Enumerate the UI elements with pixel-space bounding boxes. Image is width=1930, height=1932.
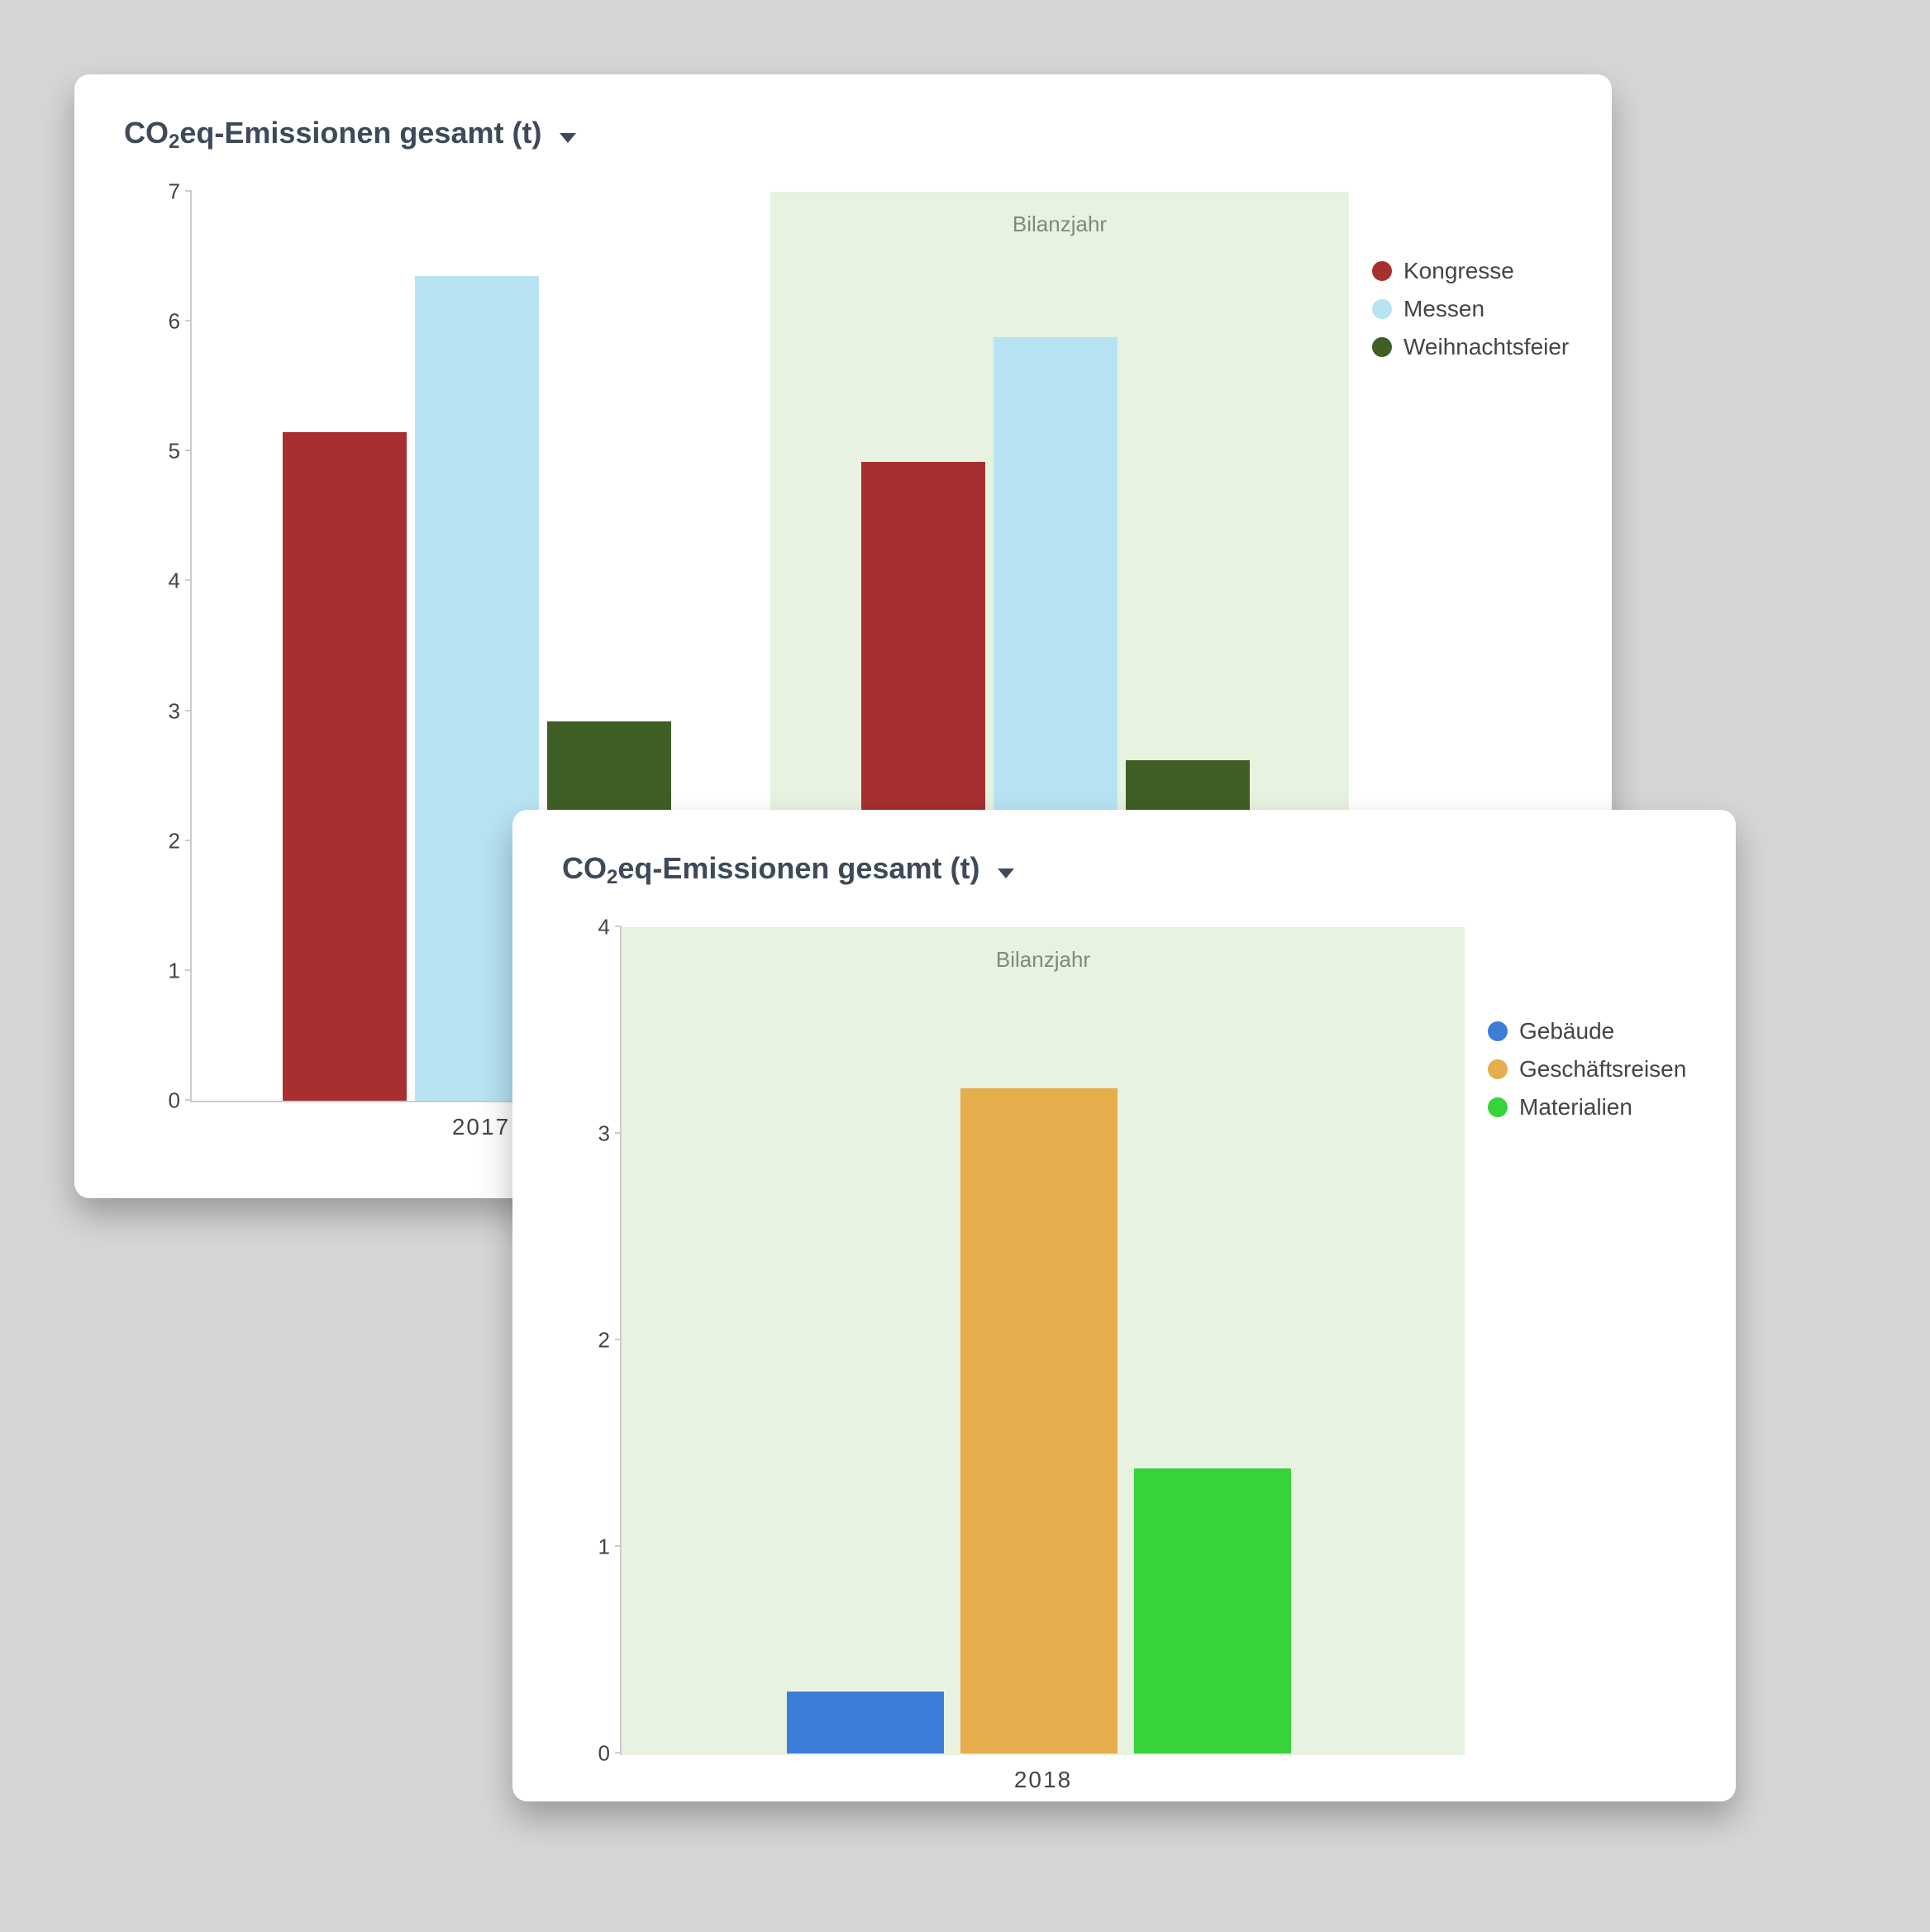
chart-title-1[interactable]: CO2eq-Emissionen gesamt (t) xyxy=(124,116,576,150)
ytick-label: 4 xyxy=(560,915,622,940)
legend-dot-icon xyxy=(1488,1097,1508,1117)
legend-item-messen[interactable]: Messen xyxy=(1372,296,1569,322)
chevron-down-icon xyxy=(560,133,576,143)
ytick-label: 1 xyxy=(131,958,192,983)
bar-geschaeftsreisen-2018 xyxy=(960,1088,1117,1754)
legend-label: Kongresse xyxy=(1403,258,1514,284)
xtick-label: 2018 xyxy=(1014,1754,1072,1793)
legend-label: Materialien xyxy=(1519,1094,1632,1121)
ytick-label: 0 xyxy=(131,1088,192,1114)
ytick-label: 0 xyxy=(560,1741,622,1767)
legend-label: Gebäude xyxy=(1519,1018,1614,1045)
ytick-label: 7 xyxy=(131,179,192,205)
bar-gebaeude-2018 xyxy=(787,1692,944,1754)
ytick-label: 6 xyxy=(131,309,192,335)
xtick-label: 2017 xyxy=(452,1101,510,1140)
chart-legend-2: Gebäude Geschäftsreisen Materialien xyxy=(1488,1018,1686,1132)
ytick-label: 2 xyxy=(131,828,192,854)
ytick-label: 2 xyxy=(560,1328,622,1354)
ytick-label: 3 xyxy=(131,698,192,724)
ytick-label: 4 xyxy=(131,569,192,594)
highlight-label-2: Bilanzjahr xyxy=(622,947,1465,973)
bar-kongresse-2017 xyxy=(283,432,407,1101)
legend-dot-icon xyxy=(1372,261,1392,281)
legend-dot-icon xyxy=(1372,299,1392,319)
ytick-label: 1 xyxy=(560,1535,622,1560)
legend-label: Messen xyxy=(1403,296,1484,322)
chart-plot-2: Bilanzjahr 0 1 2 3 4 2018 xyxy=(620,927,1465,1755)
legend-dot-icon xyxy=(1488,1021,1508,1041)
chart-card-2: CO2eq-Emissionen gesamt (t) Bilanzjahr 0… xyxy=(512,810,1736,1801)
legend-item-weihnachtsfeier[interactable]: Weihnachtsfeier xyxy=(1372,334,1569,360)
legend-dot-icon xyxy=(1372,337,1392,357)
legend-item-kongresse[interactable]: Kongresse xyxy=(1372,258,1569,284)
ytick-label: 5 xyxy=(131,439,192,464)
legend-dot-icon xyxy=(1488,1059,1508,1079)
legend-label: Geschäftsreisen xyxy=(1519,1056,1686,1083)
ytick-label: 3 xyxy=(560,1121,622,1147)
chevron-down-icon xyxy=(998,868,1014,878)
legend-label: Weihnachtsfeier xyxy=(1403,334,1569,360)
bar-materialien-2018 xyxy=(1134,1468,1291,1754)
legend-item-materialien[interactable]: Materialien xyxy=(1488,1094,1686,1121)
chart-legend-1: Kongresse Messen Weihnachtsfeier xyxy=(1372,258,1569,372)
legend-item-gebaeude[interactable]: Gebäude xyxy=(1488,1018,1686,1045)
chart-title-2[interactable]: CO2eq-Emissionen gesamt (t) xyxy=(562,851,1014,886)
legend-item-geschaeftsreisen[interactable]: Geschäftsreisen xyxy=(1488,1056,1686,1083)
highlight-label-1: Bilanzjahr xyxy=(770,212,1349,237)
